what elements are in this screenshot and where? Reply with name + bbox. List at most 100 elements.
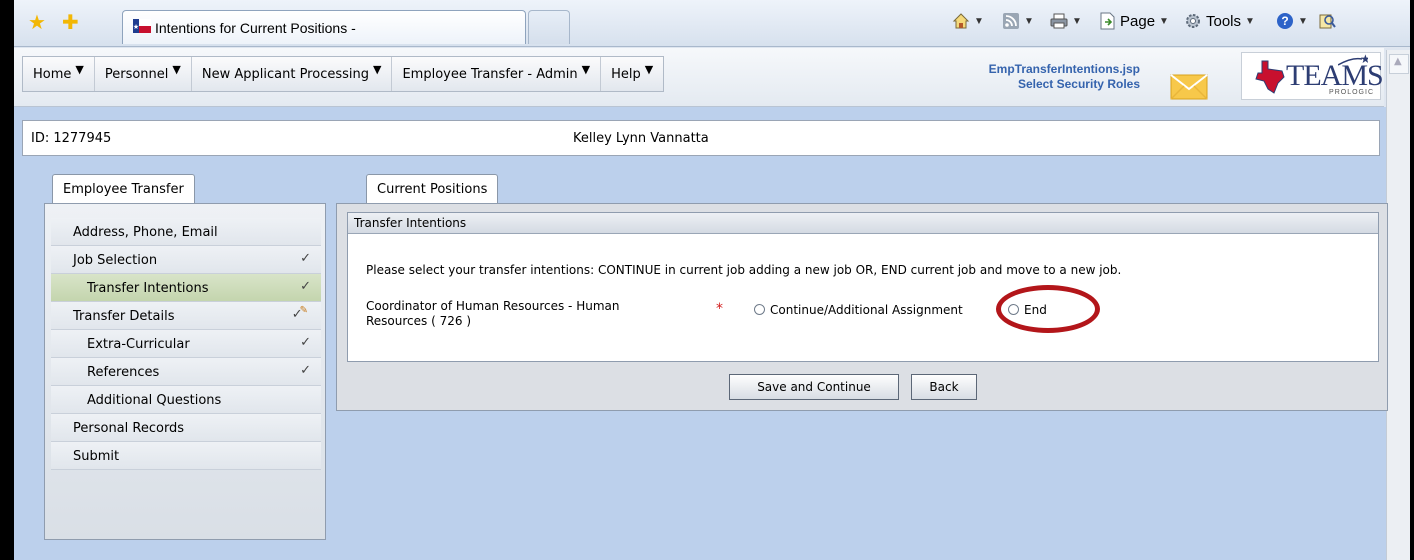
menu-item-label: Extra-Curricular <box>87 337 190 352</box>
chevron-down-icon: ▼ <box>1298 15 1308 27</box>
chevron-down-icon: ▼ <box>1072 15 1082 27</box>
nav-new-applicant-processing[interactable]: New Applicant Processing ▼ <box>192 57 393 91</box>
menu-item-submit[interactable]: Submit <box>51 442 321 470</box>
tools-menu-label: Tools <box>1206 12 1242 30</box>
menu-item-label: Submit <box>73 449 120 464</box>
save-and-continue-button[interactable]: Save and Continue <box>729 374 899 400</box>
check-icon: ✓ <box>300 279 311 294</box>
feeds-button[interactable]: ▼ <box>1002 12 1034 30</box>
menu-item-address-phone-email[interactable]: Address, Phone, Email <box>51 218 321 246</box>
printer-icon <box>1050 13 1068 29</box>
menu-item-personal-records[interactable]: Personal Records <box>51 414 321 442</box>
gear-icon <box>1186 14 1200 28</box>
pencil-icon: ✎ <box>299 305 308 316</box>
employee-id-bar: ID: 1277945 Kelley Lynn Vannatta <box>22 120 1380 156</box>
nav-label: Home <box>33 66 72 82</box>
save-and-continue-label: Save and Continue <box>757 380 871 394</box>
menu-item-job-selection[interactable]: Job Selection ✓ <box>51 246 321 274</box>
chevron-down-icon: ▼ <box>1245 15 1255 27</box>
caret-down-icon: ▼ <box>644 62 654 76</box>
chevron-down-icon: ▼ <box>1159 15 1169 27</box>
menu-item-additional-questions[interactable]: Additional Questions <box>51 386 321 414</box>
transfer-steps-menu: Address, Phone, Email Job Selection ✓ Tr… <box>51 218 321 470</box>
help-icon: ? <box>1277 13 1293 29</box>
mail-icon[interactable] <box>1170 74 1208 100</box>
employee-name: Kelley Lynn Vannatta <box>573 131 709 146</box>
research-icon <box>1319 14 1336 29</box>
tab-current-positions[interactable]: Current Positions <box>366 174 499 204</box>
section-title: Transfer Intentions <box>348 213 1378 234</box>
tab-label: Current Positions <box>377 182 488 197</box>
vertical-scrollbar[interactable]: ▲ <box>1386 50 1410 560</box>
svg-text:★: ★ <box>133 23 139 31</box>
home-button[interactable]: ▼ <box>952 12 984 30</box>
back-label: Back <box>929 380 959 394</box>
annotation-circle <box>996 285 1100 333</box>
nav-label: Employee Transfer - Admin <box>402 66 578 82</box>
tools-menu-button[interactable]: Tools ▼ <box>1184 12 1255 30</box>
check-icon: ✓ <box>300 363 311 378</box>
texas-flag-icon: ★ <box>133 19 151 33</box>
print-button[interactable]: ▼ <box>1050 12 1082 30</box>
left-panel: Address, Phone, Email Job Selection ✓ Tr… <box>44 203 326 540</box>
menu-item-label: Personal Records <box>73 421 185 436</box>
transfer-intentions-section: Transfer Intentions Please select your t… <box>347 212 1379 362</box>
tab-employee-transfer[interactable]: Employee Transfer <box>52 174 195 204</box>
help-button[interactable]: ? ▼ <box>1276 12 1308 30</box>
check-icon: ✓ <box>300 335 311 350</box>
caret-down-icon: ▼ <box>172 62 181 76</box>
nav-help[interactable]: Help ▼ <box>601 57 663 91</box>
logo-subtext: PROLOGIC <box>1329 89 1374 96</box>
continue-radio[interactable] <box>754 304 765 315</box>
nav-label: New Applicant Processing <box>201 66 369 82</box>
caret-down-icon: ▼ <box>372 62 382 76</box>
page-icon <box>1100 12 1115 30</box>
browser-tab-title: Intentions for Current Positions - <box>155 20 356 36</box>
position-label: Coordinator of Human Resources - Human R… <box>366 299 620 328</box>
research-button[interactable] <box>1318 12 1336 30</box>
nav-home[interactable]: Home ▼ <box>23 57 95 91</box>
svg-text:?: ? <box>1281 14 1288 28</box>
caret-down-icon: ▼ <box>581 62 591 76</box>
chevron-down-icon: ▼ <box>974 15 984 27</box>
teams-logo: ★ TEAMS PROLOGIC <box>1241 52 1384 100</box>
favorites-star-icon[interactable]: ★ <box>28 12 46 32</box>
select-security-roles-link[interactable]: Select Security Roles <box>894 77 1140 92</box>
menu-item-extra-curricular[interactable]: Extra-Curricular ✓ <box>51 330 321 358</box>
new-tab-button[interactable] <box>528 10 570 44</box>
employee-id: ID: 1277945 <box>31 131 112 146</box>
menu-item-label: Job Selection <box>73 253 158 268</box>
nav-label: Help <box>611 66 641 82</box>
menu-item-transfer-details[interactable]: Transfer Details ✓✎ <box>51 302 321 330</box>
instructions-text: Please select your transfer intentions: … <box>366 263 1122 277</box>
rss-feed-icon <box>1003 13 1019 29</box>
main-nav: Home ▼ Personnel ▼ New Applicant Processin… <box>22 56 665 92</box>
page-menu-label: Page <box>1120 12 1156 30</box>
chevron-down-icon: ▼ <box>1024 15 1034 27</box>
arrow-up-icon: ▲ <box>1394 56 1402 67</box>
add-favorites-icon[interactable]: ✚ <box>62 12 79 32</box>
continue-radio-label[interactable]: Continue/Additional Assignment <box>770 303 963 317</box>
menu-item-label: Additional Questions <box>87 393 222 408</box>
check-pencil-icon: ✓✎ <box>292 305 311 322</box>
back-button[interactable]: Back <box>911 374 977 400</box>
menu-item-label: Address, Phone, Email <box>73 225 218 240</box>
check-icon: ✓ <box>300 251 311 266</box>
menu-item-label: Transfer Details <box>73 309 175 324</box>
main-panel: Transfer Intentions Please select your t… <box>336 203 1388 411</box>
page-file-name: EmpTransferIntentions.jsp <box>988 62 1140 76</box>
logo-text: TEAMS <box>1286 59 1384 92</box>
menu-item-transfer-intentions[interactable]: Transfer Intentions ✓ <box>51 274 321 302</box>
menu-item-label: Transfer Intentions <box>87 281 209 296</box>
caret-down-icon: ▼ <box>75 62 84 76</box>
nav-label: Personnel <box>104 66 169 82</box>
nav-personnel[interactable]: Personnel ▼ <box>95 57 192 91</box>
menu-item-references[interactable]: References ✓ <box>51 358 321 386</box>
scroll-up-button[interactable]: ▲ <box>1389 54 1409 74</box>
page-menu-button[interactable]: Page ▼ <box>1098 12 1169 30</box>
nav-employee-transfer-admin[interactable]: Employee Transfer - Admin ▼ <box>392 57 602 91</box>
browser-tab-active[interactable]: ★ Intentions for Current Positions - <box>122 10 526 44</box>
menu-item-label: References <box>87 365 160 380</box>
tab-label: Employee Transfer <box>63 182 184 197</box>
browser-toolbar: ★ ✚ ★ Intentions for Current Positions -… <box>14 0 1410 47</box>
